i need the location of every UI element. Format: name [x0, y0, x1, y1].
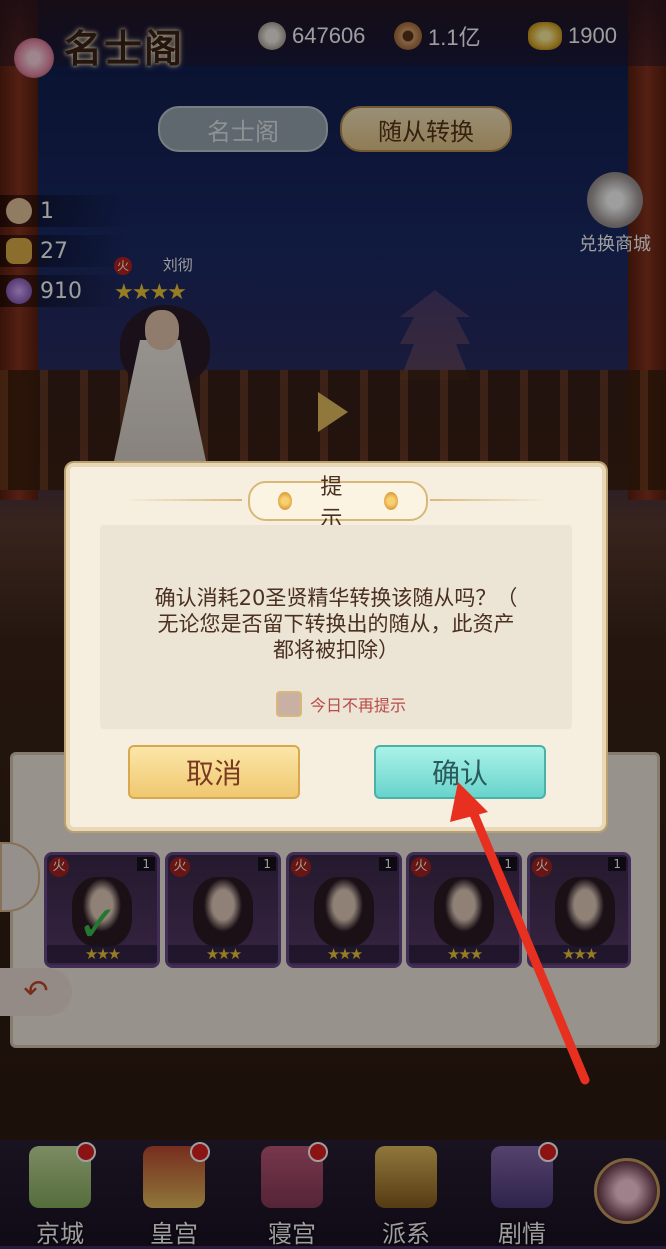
cancel-button[interactable]: 取消 — [128, 745, 300, 799]
confirm-dialog: 提示 确认消耗20圣贤精华转换该随从吗？（ 无论您是否留下转换出的随从，此资产 … — [66, 463, 606, 831]
flower-ornament-icon — [383, 492, 398, 510]
checkbox-label: 今日不再提示 — [310, 696, 407, 715]
dont-remind-checkbox[interactable]: 今日不再提示 — [276, 691, 406, 717]
title-divider-right — [430, 499, 550, 501]
checkbox-box[interactable] — [276, 691, 302, 717]
dialog-title: 提示 — [248, 475, 428, 532]
confirm-button[interactable]: 确认 — [374, 745, 546, 799]
flower-ornament-icon — [278, 492, 293, 510]
dialog-body: 确认消耗20圣贤精华转换该随从吗？（ 无论您是否留下转换出的随从，此资产 都将被… — [100, 525, 572, 729]
title-divider-left — [122, 499, 242, 501]
dialog-message: 确认消耗20圣贤精华转换该随从吗？（ 无论您是否留下转换出的随从，此资产 都将被… — [120, 585, 552, 663]
dialog-title-text: 提示 — [320, 475, 343, 532]
message-line: 确认消耗20圣贤精华转换该随从吗？（ — [154, 586, 518, 610]
message-line: 无论您是否留下转换出的随从，此资产 — [157, 612, 515, 636]
message-line: 都将被扣除） — [273, 638, 399, 662]
